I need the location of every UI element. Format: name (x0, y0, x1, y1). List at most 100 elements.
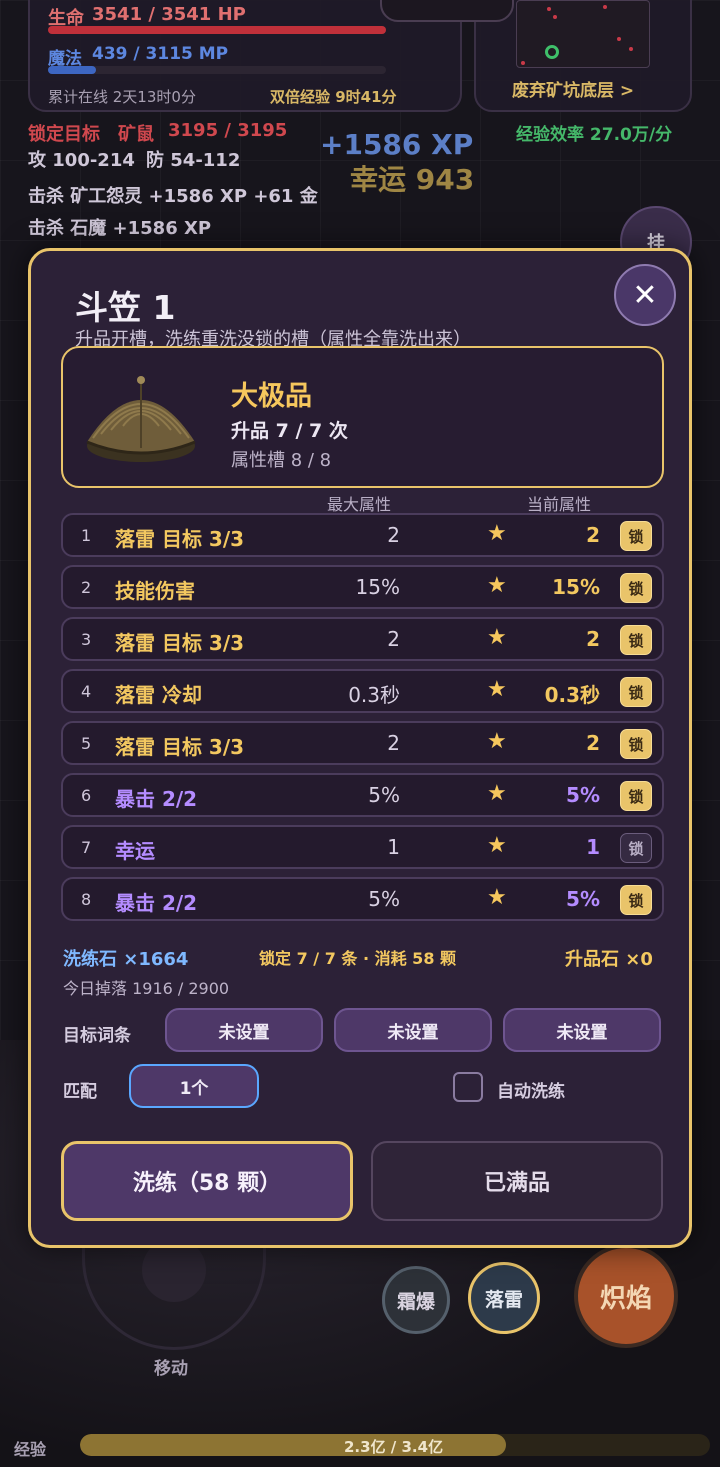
target-affix-value-2: 未设置 (387, 1022, 439, 1043)
hp-bar (48, 26, 386, 34)
mp-bar (48, 66, 386, 74)
target-affix-select-3[interactable]: 未设置 (503, 1008, 661, 1052)
top-pill (380, 0, 514, 22)
float-luck-text: 幸运 943 (350, 163, 475, 196)
attribute-max-value: 2 (387, 731, 400, 755)
item-grade: 大极品 (231, 381, 312, 412)
star-icon: ★ (487, 521, 507, 546)
attribute-name: 技能伤害 (115, 579, 195, 603)
attribute-index: 6 (81, 786, 92, 805)
target-affix-value-1: 未设置 (218, 1022, 270, 1043)
attribute-row: 3 落雷 目标 3/3 2 ★ 2 锁 (61, 617, 664, 661)
attribute-name: 幸运 (115, 839, 155, 863)
upgrade-stone-count: 升品石 ×0 (565, 949, 653, 970)
attribute-row: 6 暴击 2/2 5% ★ 5% 锁 (61, 773, 664, 817)
lock-toggle-button[interactable]: 锁 (620, 625, 652, 655)
auto-refine-label[interactable]: 自动洗练 (497, 1077, 565, 1102)
target-affix-select-2[interactable]: 未设置 (334, 1008, 492, 1052)
attribute-current-value: 5% (566, 887, 600, 911)
match-count-select[interactable]: 1个 (129, 1064, 259, 1108)
attribute-index: 2 (81, 578, 92, 597)
attribute-name: 落雷 目标 3/3 (115, 527, 245, 551)
item-slot-count: 属性槽 8 / 8 (231, 450, 332, 471)
target-affix-value-3: 未设置 (556, 1022, 608, 1043)
attribute-current-value: 2 (586, 627, 600, 651)
skill-blaze-label: 炽焰 (599, 1283, 652, 1314)
target-affix-label: 目标词条 (63, 1026, 131, 1046)
lock-toggle-button[interactable]: 锁 (620, 781, 652, 811)
attribute-max-value: 2 (387, 627, 400, 651)
attribute-name: 落雷 目标 3/3 (115, 735, 245, 759)
double-exp: 双倍经验 9时41分 (270, 88, 397, 106)
target-hp: 3195 / 3195 (168, 120, 288, 141)
bamboo-hat-icon (86, 376, 196, 462)
exp-efficiency: 经验效率 27.0万/分 (516, 125, 673, 145)
star-icon: ★ (487, 677, 507, 702)
lock-toggle-button[interactable]: 锁 (620, 885, 652, 915)
attribute-index: 4 (81, 682, 92, 701)
minimap-enemy-dot (521, 61, 525, 65)
attribute-name: 暴击 2/2 (115, 891, 198, 915)
lock-toggle-button[interactable]: 锁 (620, 573, 652, 603)
attribute-name: 落雷 冷却 (115, 683, 202, 707)
attribute-current-value: 2 (586, 523, 600, 547)
attribute-index: 5 (81, 734, 92, 753)
minimap-enemy-dot (603, 5, 607, 9)
attribute-current-value: 5% (566, 783, 600, 807)
auto-refine-checkbox[interactable] (453, 1072, 483, 1102)
lock-toggle-button[interactable]: 锁 (620, 729, 652, 759)
maxed-button-label: 已满品 (483, 1171, 550, 1196)
target-label: 锁定目标 (28, 124, 100, 145)
minimap[interactable] (516, 0, 650, 68)
kill-log-1: 击杀 矿工怨灵 +1586 XP +61 金 (28, 186, 318, 207)
minimap-player-marker (545, 45, 559, 59)
attribute-row: 1 落雷 目标 3/3 2 ★ 2 锁 (61, 513, 664, 557)
attribute-row: 8 暴击 2/2 5% ★ 5% 锁 (61, 877, 664, 921)
attribute-max-value: 1 (387, 835, 400, 859)
refine-button-label: 洗练（58 颗） (132, 1171, 282, 1196)
attribute-index: 3 (81, 630, 92, 649)
minimap-enemy-dot (547, 7, 551, 11)
lock-toggle-button[interactable]: 锁 (620, 677, 652, 707)
close-button[interactable]: ✕ (614, 264, 676, 326)
attribute-max-value: 15% (355, 575, 400, 599)
dialog-title: 斗笠 1 (75, 288, 176, 327)
star-icon: ★ (487, 781, 507, 806)
attribute-row: 7 幸运 1 ★ 1 锁 (61, 825, 664, 869)
skill-thunder[interactable]: 落雷 (468, 1262, 540, 1334)
area-name[interactable]: 废弃矿坑底层 > (512, 76, 634, 101)
star-icon: ★ (487, 573, 507, 598)
attribute-current-value: 2 (586, 731, 600, 755)
item-card: 大极品 升品 7 / 7 次 属性槽 8 / 8 (61, 346, 664, 488)
attribute-max-value: 5% (368, 887, 400, 911)
move-label: 移动 (154, 1359, 188, 1379)
mp-text: 439 / 3115 MP (92, 44, 229, 64)
attribute-name: 暴击 2/2 (115, 787, 198, 811)
attribute-name: 落雷 目标 3/3 (115, 631, 245, 655)
attribute-index: 1 (81, 526, 92, 545)
star-icon: ★ (487, 885, 507, 910)
lock-info: 锁定 7 / 7 条 · 消耗 58 颗 (259, 949, 457, 968)
hp-text: 3541 / 3541 HP (92, 4, 246, 25)
lock-toggle-button[interactable]: 锁 (620, 521, 652, 551)
skill-thunder-label: 落雷 (484, 1288, 523, 1311)
match-count-value: 1个 (179, 1078, 209, 1099)
column-header-max: 最大属性 (327, 495, 392, 514)
skill-frost-burst[interactable]: 霜爆 (382, 1266, 450, 1334)
lock-toggle-button[interactable]: 锁 (620, 833, 652, 863)
close-icon: ✕ (632, 277, 658, 313)
match-label: 匹配 (63, 1082, 97, 1102)
skill-blaze[interactable]: 炽焰 (574, 1244, 678, 1348)
attribute-current-value: 1 (586, 835, 600, 859)
attribute-row: 5 落雷 目标 3/3 2 ★ 2 锁 (61, 721, 664, 765)
refine-button[interactable]: 洗练（58 颗） (61, 1141, 353, 1221)
float-xp-text: +1586 XP (320, 128, 474, 161)
attack-stat: 攻 100-214 (28, 150, 135, 171)
target-affix-select-1[interactable]: 未设置 (165, 1008, 323, 1052)
refine-stone-count: 洗练石 ×1664 (63, 949, 189, 970)
attribute-max-value: 0.3秒 (348, 683, 400, 707)
maxed-button[interactable]: 已满品 (371, 1141, 663, 1221)
kill-log-2: 击杀 石魔 +1586 XP (28, 218, 212, 239)
skill-frost-burst-label: 霜爆 (396, 1290, 435, 1313)
daily-drop: 今日掉落 1916 / 2900 (63, 979, 230, 998)
